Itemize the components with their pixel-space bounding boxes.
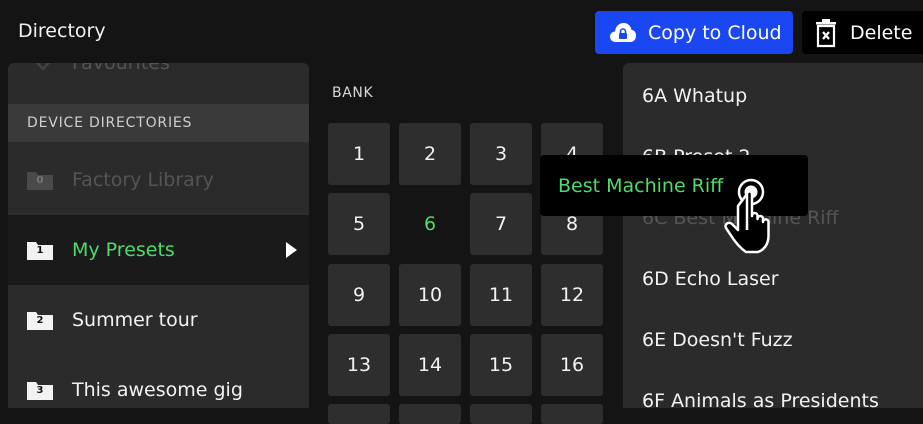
sidebar-item-label: Factory Library: [72, 169, 214, 191]
sidebar-item-label: This awesome gig: [72, 379, 243, 401]
section-heading-label: DEVICE DIRECTORIES: [27, 115, 193, 131]
folder-number: 2: [36, 315, 44, 326]
bank-cell-selected[interactable]: 6: [399, 193, 461, 255]
bank-cell[interactable]: 13: [328, 334, 390, 396]
sidebar-item-my-presets[interactable]: 1 My Presets: [8, 215, 309, 285]
preset-item[interactable]: 6F Animals as Presidents: [623, 370, 923, 409]
delete-label: Delete: [850, 21, 913, 44]
bank-cell[interactable]: 14: [399, 334, 461, 396]
bank-label: BANK: [332, 85, 374, 101]
bank-cell[interactable]: [541, 404, 603, 424]
bank-cell[interactable]: 9: [328, 264, 390, 326]
preset-label: 6A Whatup: [642, 84, 748, 107]
section-heading-device-directories: DEVICE DIRECTORIES: [8, 104, 309, 142]
bank-cell[interactable]: [399, 404, 461, 424]
folder-number: 0: [36, 175, 44, 186]
bank-cell[interactable]: 12: [541, 264, 603, 326]
sidebar-item-summer-tour[interactable]: 2 Summer tour: [8, 285, 309, 355]
preset-label: 6E Doesn't Fuzz: [642, 328, 793, 351]
preset-item[interactable]: 6E Doesn't Fuzz: [623, 309, 923, 370]
preset-label: 6D Echo Laser: [642, 267, 779, 290]
folder-number: 1: [36, 245, 44, 256]
sidebar-item-label: My Presets: [72, 239, 175, 261]
bank-cell[interactable]: [328, 404, 390, 424]
bank-cell[interactable]: 11: [470, 264, 532, 326]
cloud-lock-icon: [609, 21, 637, 45]
preset-label: 6F Animals as Presidents: [642, 389, 879, 409]
bank-cell[interactable]: 16: [541, 334, 603, 396]
bank-cell[interactable]: [470, 404, 532, 424]
favourites-label: Favourites: [72, 63, 170, 74]
folder-icon: 0: [26, 169, 54, 191]
drag-ghost-label: Best Machine Riff: [558, 174, 724, 197]
preset-item[interactable]: 6A Whatup: [623, 65, 923, 126]
bank-cell[interactable]: 3: [470, 123, 532, 185]
folder-icon: 1: [26, 239, 54, 261]
sidebar-item-label: Summer tour: [72, 309, 198, 331]
folder-icon: 3: [26, 379, 54, 401]
bank-cell[interactable]: 2: [399, 123, 461, 185]
sidebar-item-favourites[interactable]: Favourites: [8, 63, 309, 83]
bank-cell[interactable]: 15: [470, 334, 532, 396]
bank-cell[interactable]: 1: [328, 123, 390, 185]
chevron-right-icon: [286, 242, 297, 258]
sidebar-item-factory-library[interactable]: 0 Factory Library: [8, 145, 309, 215]
copy-to-cloud-label: Copy to Cloud: [648, 21, 782, 44]
bank-cell[interactable]: 5: [328, 193, 390, 255]
bank-cell[interactable]: 10: [399, 264, 461, 326]
folder-icon: 2: [26, 309, 54, 331]
bank-cell[interactable]: 7: [470, 193, 532, 255]
grab-hand-cursor-icon: [724, 178, 770, 254]
trash-icon: [814, 18, 838, 48]
copy-to-cloud-button[interactable]: Copy to Cloud: [595, 11, 793, 54]
delete-button[interactable]: Delete: [802, 11, 923, 54]
page-title: Directory: [18, 20, 106, 42]
directory-sidebar: Favourites DEVICE DIRECTORIES 0 Factory …: [8, 63, 309, 408]
folder-number: 3: [36, 385, 44, 396]
heart-icon: [28, 63, 58, 73]
sidebar-item-this-awesome-gig[interactable]: 3 This awesome gig: [8, 355, 309, 408]
